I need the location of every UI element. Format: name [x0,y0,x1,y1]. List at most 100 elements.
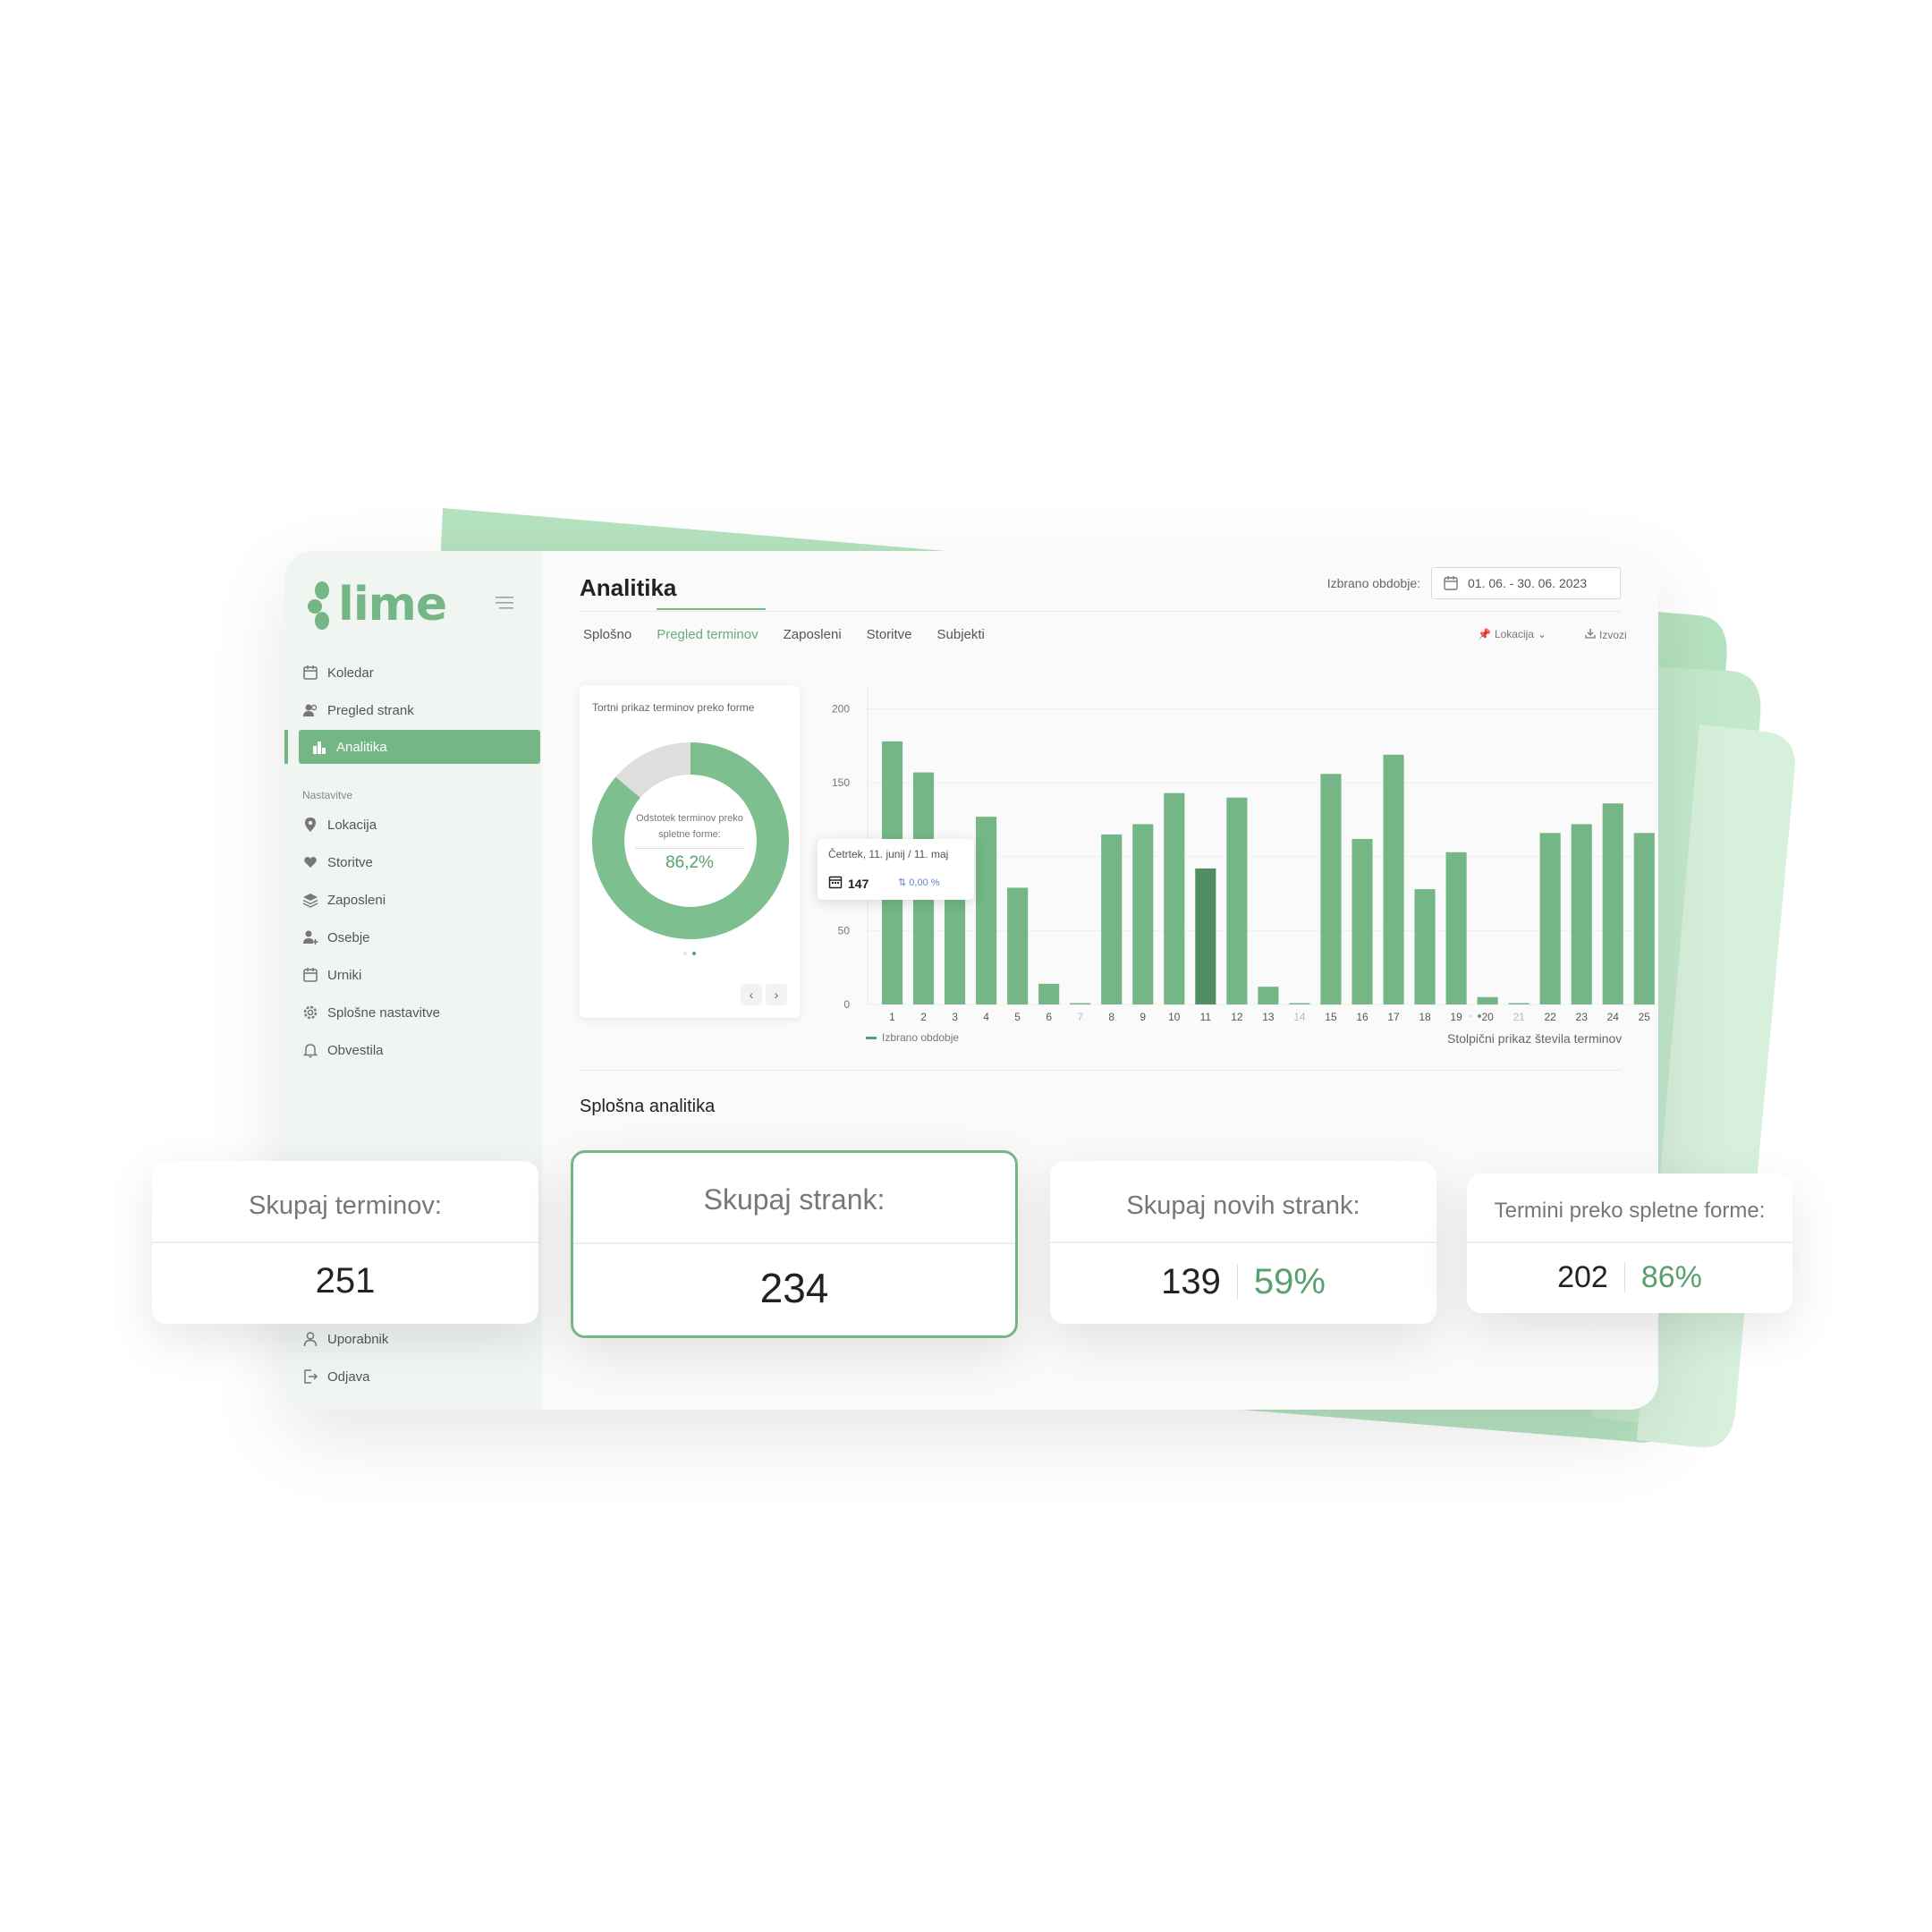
sidebar-item-label: Urniki [327,967,362,983]
stat-card-total-appointments: Skupaj terminov: 251 [152,1161,538,1324]
bar[interactable] [1539,833,1561,1004]
bar[interactable] [1477,996,1498,1004]
sidebar-item-analitika[interactable]: Analitika [299,730,540,764]
active-tab-underline [657,608,766,610]
bar[interactable] [1414,889,1436,1004]
bar[interactable] [1352,838,1373,1004]
tab-zaposleni[interactable]: Zaposleni [784,627,842,642]
x-tick-label: 14 [1293,1011,1306,1023]
tooltip-value: 147 [848,876,869,891]
bar[interactable] [1320,774,1342,1004]
bar[interactable] [1226,797,1248,1004]
bar[interactable] [1602,803,1623,1004]
x-tick-label: 6 [1046,1011,1052,1023]
tab-pregled-terminov[interactable]: Pregled terminov [657,627,758,642]
pie-prev-button[interactable]: ‹ [741,984,762,1005]
bar[interactable] [1445,852,1467,1004]
x-tick-label: 7 [1077,1011,1083,1023]
date-range-picker[interactable]: 01. 06. - 30. 06. 2023 [1431,567,1621,599]
logout-icon [302,1368,318,1385]
bar[interactable] [976,817,997,1004]
pagination-dot[interactable] [1469,1014,1472,1018]
bar[interactable] [1038,983,1060,1004]
tab-bar: Splošno Pregled terminov Zaposleni Stori… [583,627,985,642]
sidebar-item-storitve[interactable]: Storitve [302,846,540,878]
tab-splosno[interactable]: Splošno [583,627,631,642]
sidebar-item-label: Lokacija [327,817,377,833]
sidebar-item-osebje[interactable]: Osebje [302,921,540,953]
pagination-dot-active[interactable] [1478,1014,1481,1018]
pagination-dot[interactable] [683,952,687,955]
sidebar-item-uporabnik[interactable]: Uporabnik [302,1331,388,1347]
stat-divider [1467,1241,1792,1243]
bell-icon [302,1042,318,1058]
bar[interactable] [1508,1003,1530,1005]
app-logo[interactable]: lime [306,578,447,631]
stat-number: 251 [315,1261,376,1301]
x-tick-label: 23 [1576,1011,1589,1023]
bar[interactable] [1383,754,1404,1004]
layers-icon [302,892,318,908]
pin-icon: 📌 [1478,628,1491,640]
gear-icon [302,1004,318,1021]
x-tick-label: 4 [983,1011,989,1023]
export-button[interactable]: Izvozi [1585,628,1627,641]
bar[interactable] [1101,834,1123,1004]
pie-next-button[interactable]: › [766,984,787,1005]
pie-pagination [683,952,696,955]
tooltip-date: Četrtek, 11. junij / 11. maj [828,848,949,860]
header-divider [580,611,1621,612]
sidebar-item-koledar[interactable]: Koledar [302,657,540,689]
tab-subjekti[interactable]: Subjekti [937,627,985,642]
bar-chart-icon [311,739,327,755]
pie-center-divider [635,848,744,849]
chevron-left-icon: ‹ [749,987,754,1002]
sidebar-item-lokacija[interactable]: Lokacija [302,809,540,841]
x-tick-label: 21 [1513,1011,1525,1023]
section-divider [580,1070,1621,1071]
app-name: lime [338,578,447,631]
calendar-icon [828,875,843,892]
stat-value: 202 86% [1467,1259,1792,1295]
bar[interactable] [1195,868,1216,1004]
pagination-dot-active[interactable] [692,952,696,955]
section-title: Splošna analitika [580,1097,716,1116]
users-icon [302,702,318,718]
stat-number: 234 [759,1265,829,1311]
user-icon [302,1331,318,1347]
sidebar-item-splosne-nastavitve[interactable]: Splošne nastavitve [302,996,540,1029]
sidebar-item-urniki[interactable]: Urniki [302,959,540,991]
x-tick-label: 20 [1481,1011,1494,1023]
bar[interactable] [1164,792,1185,1004]
chart-tooltip: Četrtek, 11. junij / 11. maj 147 ⇅ 0,00 … [818,839,974,900]
chevron-down-icon: ⌄ [1537,628,1547,640]
tab-storitve[interactable]: Storitve [867,627,912,642]
bar[interactable] [1258,987,1279,1004]
sidebar-item-zaposleni[interactable]: Zaposleni [302,884,540,916]
stat-number: 139 [1161,1261,1221,1301]
sidebar-item-label: Osebje [327,929,370,945]
date-range-value: 01. 06. - 30. 06. 2023 [1468,576,1588,590]
sidebar-item-obvestila[interactable]: Obvestila [302,1034,540,1066]
sidebar-item-pregled-strank[interactable]: Pregled strank [302,694,540,726]
bar-chart-caption: Stolpični prikaz števila terminov [1447,1031,1623,1046]
pie-center-value: 86,2% [665,853,714,872]
bar[interactable] [1571,824,1592,1004]
location-filter[interactable]: 📌 Lokacija ⌄ [1478,628,1546,640]
sidebar-item-label: Koledar [327,665,374,681]
stat-number: 202 [1557,1259,1608,1294]
sidebar-item-odjava[interactable]: Odjava [302,1368,370,1385]
x-tick-label: 5 [1014,1011,1021,1023]
bar[interactable] [1007,887,1029,1004]
x-tick-label: 22 [1545,1011,1557,1023]
y-tick-label: 50 [838,924,851,936]
bar[interactable] [1289,1003,1310,1005]
bar[interactable] [1070,1003,1091,1005]
bar-chart-pagination [1469,1014,1481,1018]
stat-card-new-clients: Skupaj novih strank: 139 59% [1050,1161,1436,1324]
menu-toggle-icon[interactable] [496,596,513,610]
bar[interactable] [1633,833,1655,1004]
x-tick-label: 13 [1262,1011,1275,1023]
stat-label: Termini preko spletne forme: [1494,1199,1766,1223]
bar[interactable] [1132,824,1154,1004]
